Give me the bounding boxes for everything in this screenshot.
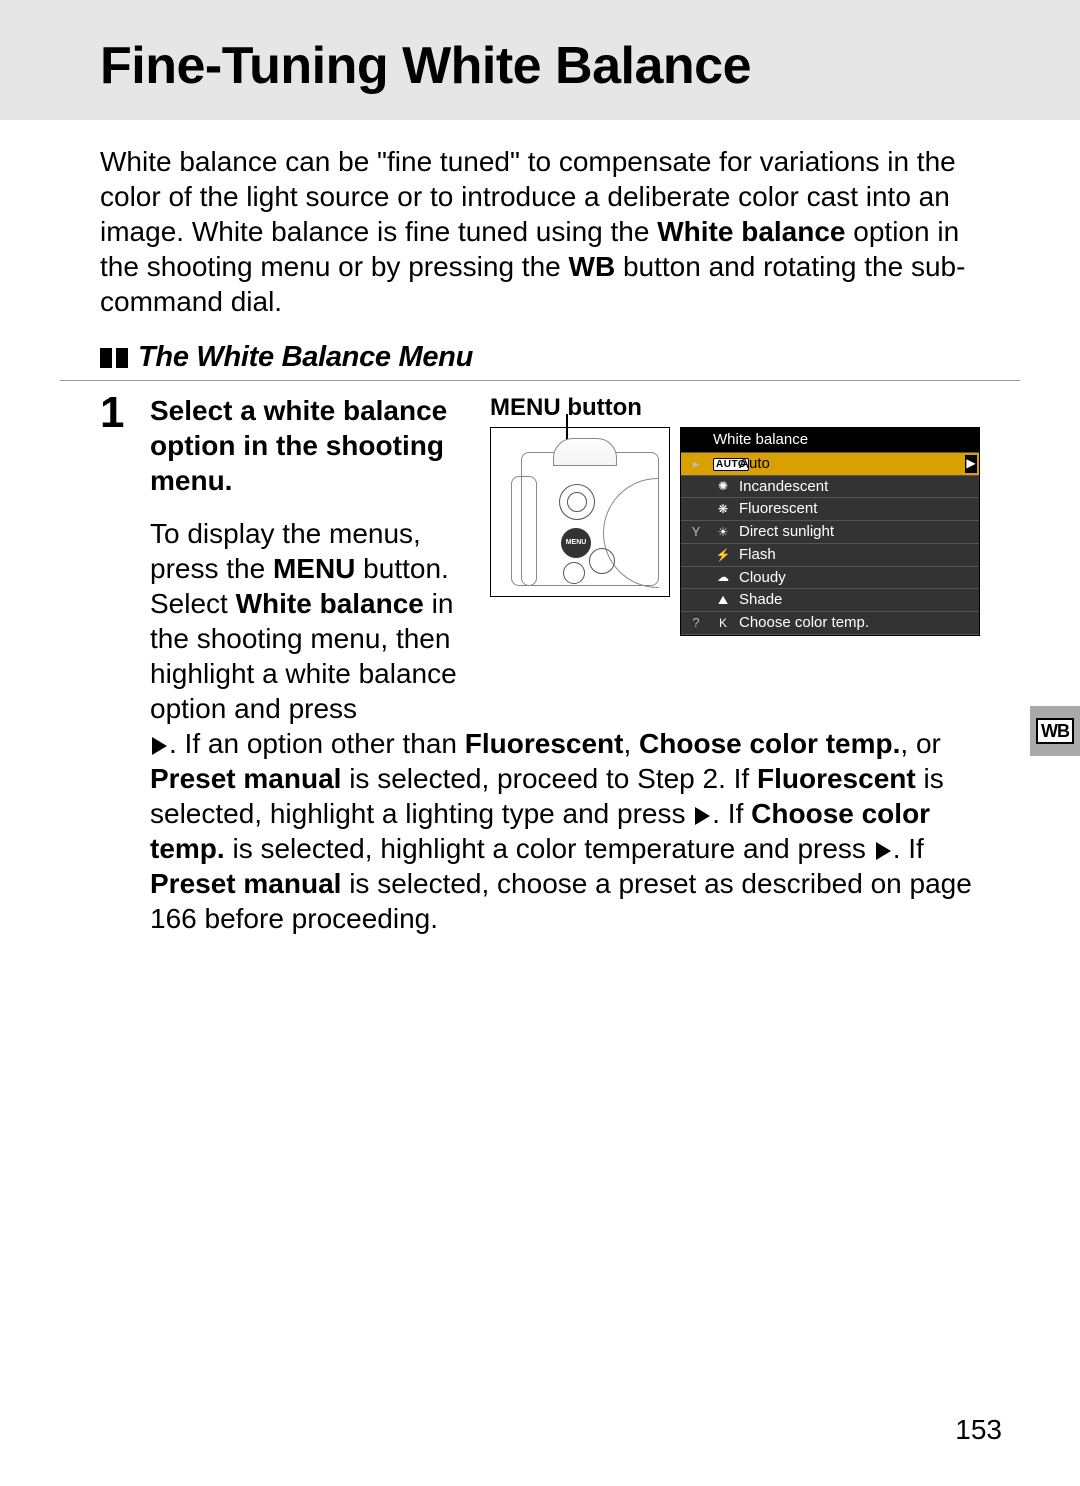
menu-side-icon: ▸ bbox=[685, 456, 707, 472]
step-bold: Choose color temp. bbox=[639, 728, 900, 759]
step-bold: Preset manual bbox=[150, 763, 341, 794]
step-bold: Fluorescent bbox=[757, 763, 916, 794]
step-text: , or bbox=[900, 728, 940, 759]
camera-menu-button-icon: MENU bbox=[561, 528, 591, 558]
menu-item-icon: K bbox=[713, 616, 733, 631]
wb-icon: WB bbox=[1036, 718, 1074, 744]
step-text: is selected, proceed to Step 2. If bbox=[341, 763, 757, 794]
menu-item-icon: AUTO bbox=[713, 456, 733, 472]
menu-item-icon: ❋ bbox=[713, 502, 733, 517]
section-bullets-icon bbox=[100, 348, 128, 368]
menu-item-icon: ✺ bbox=[713, 479, 733, 494]
menu-item-label: Shade bbox=[739, 591, 973, 610]
menu-side-icon: Y bbox=[685, 524, 707, 540]
step-bold: White balance bbox=[236, 588, 424, 619]
page-title: Fine-Tuning White Balance bbox=[100, 36, 1020, 96]
menu-button-label: MENU button bbox=[490, 393, 980, 423]
step-text: is selected, highlight a color temperatu… bbox=[225, 833, 874, 864]
menu-item-label: Cloudy bbox=[739, 569, 973, 588]
menu-item: ? K Choose color temp. bbox=[681, 612, 979, 635]
menu-item-icon: ☀ bbox=[713, 525, 733, 540]
step-number: 1 bbox=[100, 391, 130, 936]
step-text: . If an option other than bbox=[169, 728, 465, 759]
menu-button-text: MENU bbox=[273, 553, 355, 584]
menu-item-label: Incandescent bbox=[739, 478, 973, 497]
step-bold: Fluorescent bbox=[465, 728, 624, 759]
menu-item: Y ☀ Direct sunlight bbox=[681, 521, 979, 544]
right-arrow-icon bbox=[695, 807, 710, 825]
menu-item-label: Choose color temp. bbox=[739, 614, 973, 633]
camera-menu-screenshot: White balance ▸ AUTO Auto▶ ✺ Incandescent ❋ Fl… bbox=[680, 427, 980, 636]
menu-item: ▸ AUTO Auto▶ bbox=[681, 453, 979, 476]
menu-item-arrow-icon: ▶ bbox=[965, 455, 977, 473]
page-number: 153 bbox=[955, 1414, 1002, 1446]
menu-item-label: Flash bbox=[739, 546, 973, 565]
menu-item-icon: ☁ bbox=[713, 570, 733, 585]
intro-wb-label: WB bbox=[569, 251, 616, 282]
menu-item-label: Fluorescent bbox=[739, 500, 973, 519]
section-title: The White Balance Menu bbox=[138, 341, 473, 374]
step-text: , bbox=[623, 728, 639, 759]
menu-item: ⚡ Flash bbox=[681, 544, 979, 567]
menu-title: White balance bbox=[681, 428, 979, 453]
menu-item: ⛰ Shade bbox=[681, 589, 979, 612]
step-text: . If bbox=[893, 833, 924, 864]
menu-item-icon: ⛰ bbox=[713, 593, 733, 608]
camera-diagram: MENU bbox=[490, 427, 670, 597]
menu-item-label: Direct sunlight bbox=[739, 523, 973, 542]
menu-item-icon: ⚡ bbox=[713, 548, 733, 563]
step-text: . If bbox=[712, 798, 751, 829]
menu-item: ☁ Cloudy bbox=[681, 567, 979, 590]
side-tab: WB bbox=[1030, 706, 1080, 756]
step-heading: Select a white balance option in the sho… bbox=[150, 393, 470, 498]
right-arrow-icon bbox=[152, 737, 167, 755]
menu-item: ❋ Fluorescent bbox=[681, 498, 979, 521]
menu-item: ✺ Incandescent bbox=[681, 476, 979, 499]
menu-side-icon: ? bbox=[685, 615, 707, 631]
menu-item-label: Auto bbox=[739, 455, 973, 474]
intro-bold-1: White balance bbox=[657, 216, 845, 247]
right-arrow-icon bbox=[876, 842, 891, 860]
intro-paragraph: White balance can be "fine tuned" to com… bbox=[60, 120, 1020, 337]
step-bold: Preset manual bbox=[150, 868, 341, 899]
